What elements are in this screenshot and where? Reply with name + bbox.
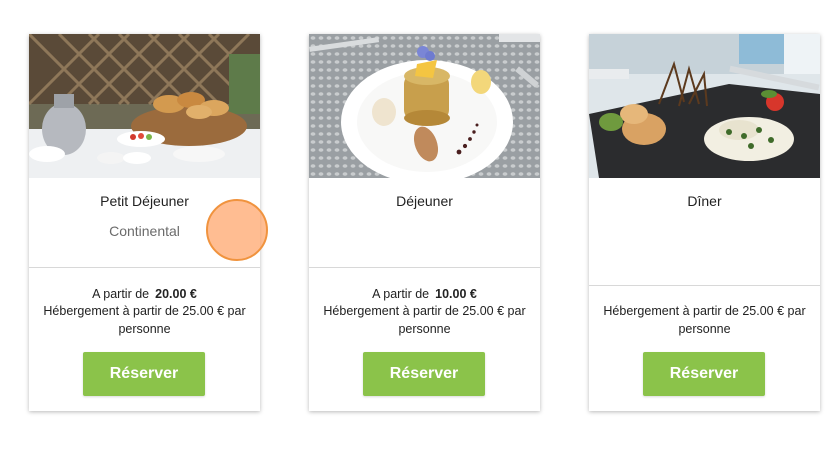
- price-line: A partir de 10.00 €: [309, 285, 540, 303]
- lodging-text: Hébergement à partir de 25.00 € par pers…: [323, 304, 526, 336]
- card-divider: [589, 285, 820, 286]
- dinner-photo: [589, 34, 820, 178]
- reserve-button[interactable]: Réserver: [643, 352, 765, 396]
- price-prefix: A partir de: [92, 287, 150, 301]
- meal-card-lunch: Déjeuner A partir de 10.00 € Hébergement …: [309, 34, 540, 411]
- reserve-button[interactable]: Réserver: [363, 352, 485, 396]
- lodging-text: Hébergement à partir de 25.00 € par pers…: [43, 304, 246, 336]
- price-value: 20.00 €: [155, 287, 197, 301]
- price-prefix: A partir de: [372, 287, 430, 301]
- card-title: Déjeuner: [396, 193, 453, 209]
- lodging-text: Hébergement à partir de 25.00 € par pers…: [603, 304, 806, 336]
- card-title: Dîner: [687, 193, 722, 209]
- price-line: A partir de 20.00 €: [29, 285, 260, 303]
- meal-card-dinner: Dîner Hébergement à partir de 25.00 € pa…: [589, 34, 820, 411]
- click-indicator: [206, 199, 268, 261]
- lunch-photo: [309, 34, 540, 178]
- reserve-button[interactable]: Réserver: [83, 352, 205, 396]
- breakfast-photo: [29, 34, 260, 178]
- price-value: 10.00 €: [435, 287, 477, 301]
- card-divider: [309, 267, 540, 268]
- card-divider: [29, 267, 260, 268]
